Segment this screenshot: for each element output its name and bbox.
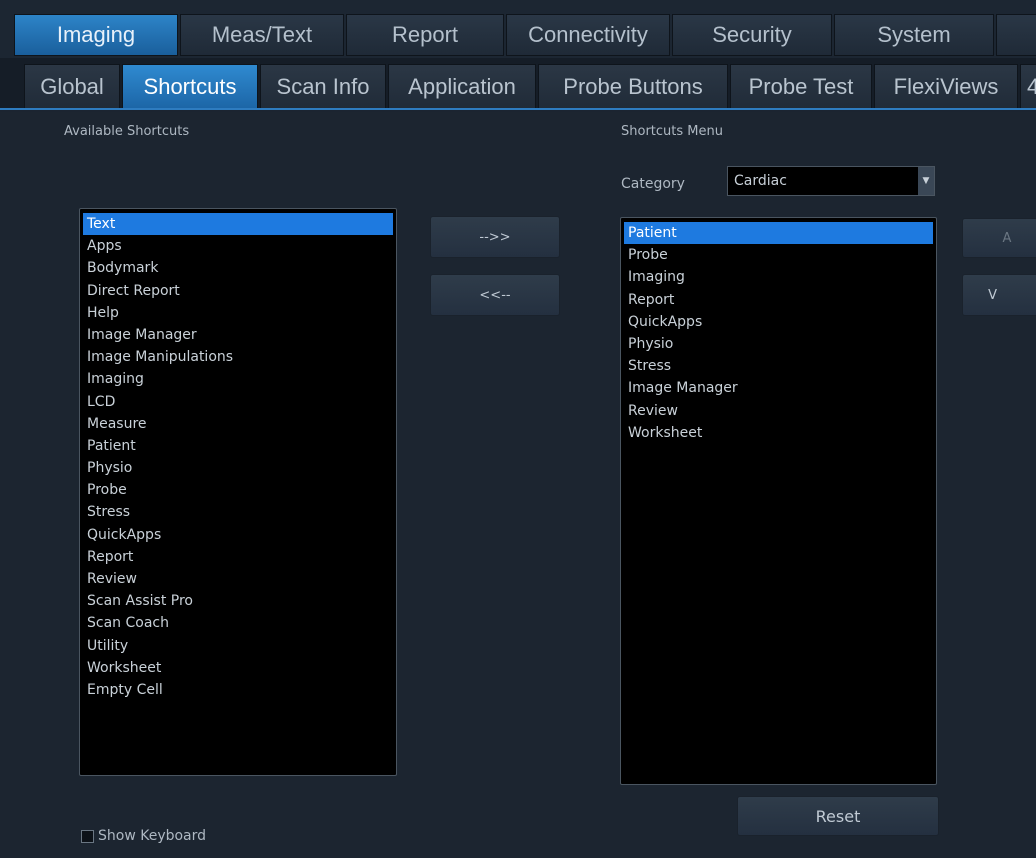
reset-button[interactable]: Reset <box>737 796 939 836</box>
tab-shortcuts[interactable]: Shortcuts <box>122 64 258 108</box>
tab-meas-text[interactable]: Meas/Text <box>180 14 344 56</box>
menu-shortcut-item[interactable]: Worksheet <box>624 422 933 444</box>
tab-report[interactable]: Report <box>346 14 504 56</box>
category-select[interactable]: Cardiac ▼ <box>727 166 935 196</box>
remove-shortcut-button[interactable]: <<-- <box>430 274 560 316</box>
available-shortcut-item[interactable]: Imaging <box>83 368 393 390</box>
shortcuts-menu-list[interactable]: Patient Probe Imaging Report QuickApps Physio… <box>620 217 937 785</box>
available-shortcut-item[interactable]: Stress <box>83 501 393 523</box>
side-button-v[interactable]: V <box>962 274 1036 316</box>
available-shortcut-item[interactable]: Apps <box>83 235 393 257</box>
tab-system[interactable]: System <box>834 14 994 56</box>
menu-shortcut-item[interactable]: Patient <box>624 222 933 245</box>
available-shortcut-item[interactable]: Image Manipulations <box>83 346 393 368</box>
available-shortcut-item[interactable]: Direct Report <box>83 280 393 302</box>
tab-probe-buttons[interactable]: Probe Buttons <box>538 64 728 108</box>
tab-probe-test[interactable]: Probe Test <box>730 64 872 108</box>
menu-shortcut-item[interactable]: QuickApps <box>624 311 933 333</box>
available-shortcut-item[interactable]: Bodymark <box>83 257 393 279</box>
available-shortcut-item[interactable]: Scan Coach <box>83 612 393 634</box>
category-value: Cardiac <box>734 173 787 189</box>
available-shortcut-item[interactable]: Scan Assist Pro <box>83 590 393 612</box>
add-shortcut-button[interactable]: -->> <box>430 216 560 258</box>
tab-security[interactable]: Security <box>672 14 832 56</box>
menu-shortcut-item[interactable]: Probe <box>624 244 933 266</box>
menu-shortcut-item[interactable]: Image Manager <box>624 377 933 399</box>
available-shortcut-item[interactable]: Physio <box>83 457 393 479</box>
tab-more[interactable] <box>996 14 1036 56</box>
tab-more-sub[interactable]: 4 <box>1020 64 1036 108</box>
tab-scan-info[interactable]: Scan Info <box>260 64 386 108</box>
menu-shortcut-item[interactable]: Imaging <box>624 266 933 288</box>
available-shortcut-item[interactable]: Report <box>83 546 393 568</box>
tab-flexiviews[interactable]: FlexiViews <box>874 64 1018 108</box>
available-shortcut-item[interactable]: Empty Cell <box>83 679 393 701</box>
available-shortcut-item[interactable]: Measure <box>83 413 393 435</box>
menu-shortcut-item[interactable]: Physio <box>624 333 933 355</box>
available-shortcut-item[interactable]: Utility <box>83 635 393 657</box>
available-shortcuts-title: Available Shortcuts <box>64 124 190 139</box>
menu-shortcut-item[interactable]: Review <box>624 400 933 422</box>
menu-shortcut-item[interactable]: Report <box>624 289 933 311</box>
available-shortcut-item[interactable]: LCD <box>83 391 393 413</box>
show-keyboard-checkbox[interactable] <box>81 830 94 843</box>
available-shortcuts-list[interactable]: Text Apps Bodymark Direct Report Help Image M… <box>79 208 397 776</box>
menu-shortcut-item[interactable]: Stress <box>624 355 933 377</box>
available-shortcut-item[interactable]: Probe <box>83 479 393 501</box>
side-button-a[interactable]: A <box>962 218 1036 258</box>
top-tab-bar: Imaging Meas/Text Report Connectivity Se… <box>0 0 1036 58</box>
tab-imaging[interactable]: Imaging <box>14 14 178 56</box>
available-shortcut-item[interactable]: Worksheet <box>83 657 393 679</box>
available-shortcut-item[interactable]: Text <box>83 213 393 236</box>
category-label: Category <box>621 176 685 192</box>
available-shortcut-item[interactable]: Image Manager <box>83 324 393 346</box>
available-shortcut-item[interactable]: Review <box>83 568 393 590</box>
available-shortcut-item[interactable]: QuickApps <box>83 524 393 546</box>
tab-global[interactable]: Global <box>24 64 120 108</box>
tab-application[interactable]: Application <box>388 64 536 108</box>
show-keyboard-label: Show Keyboard <box>98 828 207 844</box>
available-shortcut-item[interactable]: Help <box>83 302 393 324</box>
available-shortcut-item[interactable]: Patient <box>83 435 393 457</box>
sub-tab-bar: Global Shortcuts Scan Info Application P… <box>0 58 1036 110</box>
tab-connectivity[interactable]: Connectivity <box>506 14 670 56</box>
chevron-down-icon[interactable]: ▼ <box>918 167 934 195</box>
shortcuts-menu-title: Shortcuts Menu <box>621 124 723 139</box>
